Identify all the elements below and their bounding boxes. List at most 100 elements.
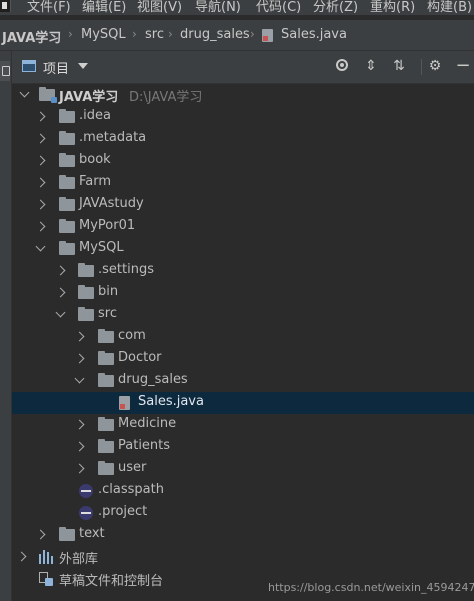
tree-row-external-libraries[interactable]: 外部库 xyxy=(12,546,474,568)
tree-row-root[interactable]: JAVA学习 D:\JAVA学习 xyxy=(12,84,474,106)
breadcrumb-separator: › xyxy=(250,27,255,41)
chevron-right-icon[interactable] xyxy=(35,221,46,232)
chevron-right-icon[interactable] xyxy=(74,463,85,474)
chevron-right-icon[interactable] xyxy=(74,331,85,342)
expand-icon[interactable]: ⇅ xyxy=(390,57,408,75)
tree-row-settings[interactable]: .settings xyxy=(12,260,474,282)
tree-row-mypor01[interactable]: MyPor01 xyxy=(12,216,474,238)
chevron-down-icon[interactable] xyxy=(74,373,85,384)
tree-row-idea[interactable]: .idea xyxy=(12,106,474,128)
folder-icon xyxy=(98,417,114,431)
chevron-right-icon[interactable] xyxy=(35,133,46,144)
project-tree: JAVA学习 D:\JAVA学习 .idea .metadata book Fa… xyxy=(12,84,474,601)
tree-row-javastudy[interactable]: JAVAstudy xyxy=(12,194,474,216)
chevron-right-icon[interactable] xyxy=(35,199,46,210)
folder-icon xyxy=(59,109,75,123)
chevron-right-icon[interactable] xyxy=(55,287,66,298)
tree-row-doctor[interactable]: Doctor xyxy=(12,348,474,370)
folder-icon xyxy=(78,285,94,299)
collapse-all-icon[interactable]: ⇕ xyxy=(362,57,380,75)
tree-label: .settings xyxy=(98,262,154,277)
chevron-right-icon[interactable] xyxy=(35,111,46,122)
menu-refactor[interactable]: 重构(R) xyxy=(370,0,415,15)
folder-icon xyxy=(98,329,114,343)
left-tool-strip xyxy=(0,51,12,601)
breadcrumb-separator: › xyxy=(168,27,173,41)
folder-icon xyxy=(59,175,75,189)
folder-icon xyxy=(78,263,94,277)
eclipse-file-icon xyxy=(79,506,93,520)
menu-bar: 文件(F) 编辑(E) 视图(V) 导航(N) 代码(C) 分析(Z) 重构(R… xyxy=(0,0,474,15)
breadcrumb-project[interactable]: JAVA学习 xyxy=(2,27,61,46)
breadcrumb-file[interactable]: Sales.java xyxy=(281,27,347,42)
tree-row-sales-java[interactable]: Sales.java xyxy=(12,392,474,414)
library-icon xyxy=(39,550,55,564)
java-file-icon xyxy=(262,29,273,42)
folder-icon xyxy=(98,351,114,365)
locate-icon[interactable] xyxy=(334,57,352,75)
project-view-label[interactable]: 项目 xyxy=(43,58,69,77)
breadcrumb-package[interactable]: drug_sales xyxy=(180,27,250,42)
project-tool-window-tab[interactable] xyxy=(0,61,10,81)
divider xyxy=(421,59,422,75)
tree-row-src[interactable]: src xyxy=(12,304,474,326)
tree-row-medicine[interactable]: Medicine xyxy=(12,414,474,436)
tree-label: .classpath xyxy=(98,482,164,497)
tree-row-farm[interactable]: Farm xyxy=(12,172,474,194)
folder-icon xyxy=(98,461,114,475)
tree-row-user[interactable]: user xyxy=(12,458,474,480)
breadcrumb-src[interactable]: src xyxy=(145,27,164,42)
folder-icon xyxy=(78,307,94,321)
tree-label: 草稿文件和控制台 xyxy=(59,574,164,589)
watermark: https://blog.csdn.net/weixin_45942479 xyxy=(268,581,474,594)
chevron-right-icon[interactable] xyxy=(74,353,85,364)
tree-label: Farm xyxy=(79,174,112,189)
tree-label: book xyxy=(79,152,111,167)
tree-row-com[interactable]: com xyxy=(12,326,474,348)
menu-analyze[interactable]: 分析(Z) xyxy=(313,0,358,15)
scratches-icon xyxy=(39,572,54,586)
tree-row-metadata[interactable]: .metadata xyxy=(12,128,474,150)
folder-icon xyxy=(59,131,75,145)
hide-icon[interactable]: − xyxy=(454,57,472,75)
tree-label: Medicine xyxy=(118,416,177,431)
tree-row-project[interactable]: .project xyxy=(12,502,474,524)
project-view-header: 项目 ⇕ ⇅ ⚙ − xyxy=(12,51,474,84)
folder-icon xyxy=(98,439,114,453)
folder-icon xyxy=(59,153,75,167)
tree-label: Patients xyxy=(118,438,171,453)
tree-label: Doctor xyxy=(118,350,162,365)
tree-label: .idea xyxy=(79,108,111,123)
menu-code[interactable]: 代码(C) xyxy=(256,0,301,15)
tree-row-drug-sales[interactable]: drug_sales xyxy=(12,370,474,392)
menu-navigate[interactable]: 导航(N) xyxy=(195,0,241,15)
folder-icon xyxy=(98,373,114,387)
chevron-down-icon[interactable] xyxy=(35,241,46,252)
chevron-right-icon[interactable] xyxy=(74,419,85,430)
tree-row-text[interactable]: text xyxy=(12,524,474,546)
chevron-right-icon[interactable] xyxy=(55,265,66,276)
chevron-down-icon[interactable] xyxy=(78,63,88,69)
chevron-right-icon[interactable] xyxy=(35,529,46,540)
tree-row-mysql[interactable]: MySQL xyxy=(12,238,474,260)
chevron-right-icon[interactable] xyxy=(35,177,46,188)
settings-icon[interactable]: ⚙ xyxy=(426,57,444,75)
chevron-down-icon[interactable] xyxy=(19,87,30,98)
tree-row-patients[interactable]: Patients xyxy=(12,436,474,458)
folder-icon xyxy=(59,219,75,233)
menu-edit[interactable]: 编辑(E) xyxy=(82,0,126,15)
tree-label: bin xyxy=(98,284,119,299)
chevron-right-icon[interactable] xyxy=(16,551,27,562)
menu-build[interactable]: 构建(B) xyxy=(427,0,472,15)
tree-label: src xyxy=(98,306,117,321)
menu-view[interactable]: 视图(V) xyxy=(137,0,182,15)
tree-row-bin[interactable]: bin xyxy=(12,282,474,304)
breadcrumb-module[interactable]: MySQL xyxy=(81,27,126,42)
chevron-right-icon[interactable] xyxy=(35,155,46,166)
chevron-down-icon[interactable] xyxy=(55,307,66,318)
menu-file[interactable]: 文件(F) xyxy=(27,0,71,15)
chevron-right-icon[interactable] xyxy=(74,441,85,452)
project-view-icon xyxy=(22,60,36,72)
tree-row-book[interactable]: book xyxy=(12,150,474,172)
tree-row-classpath[interactable]: .classpath xyxy=(12,480,474,502)
